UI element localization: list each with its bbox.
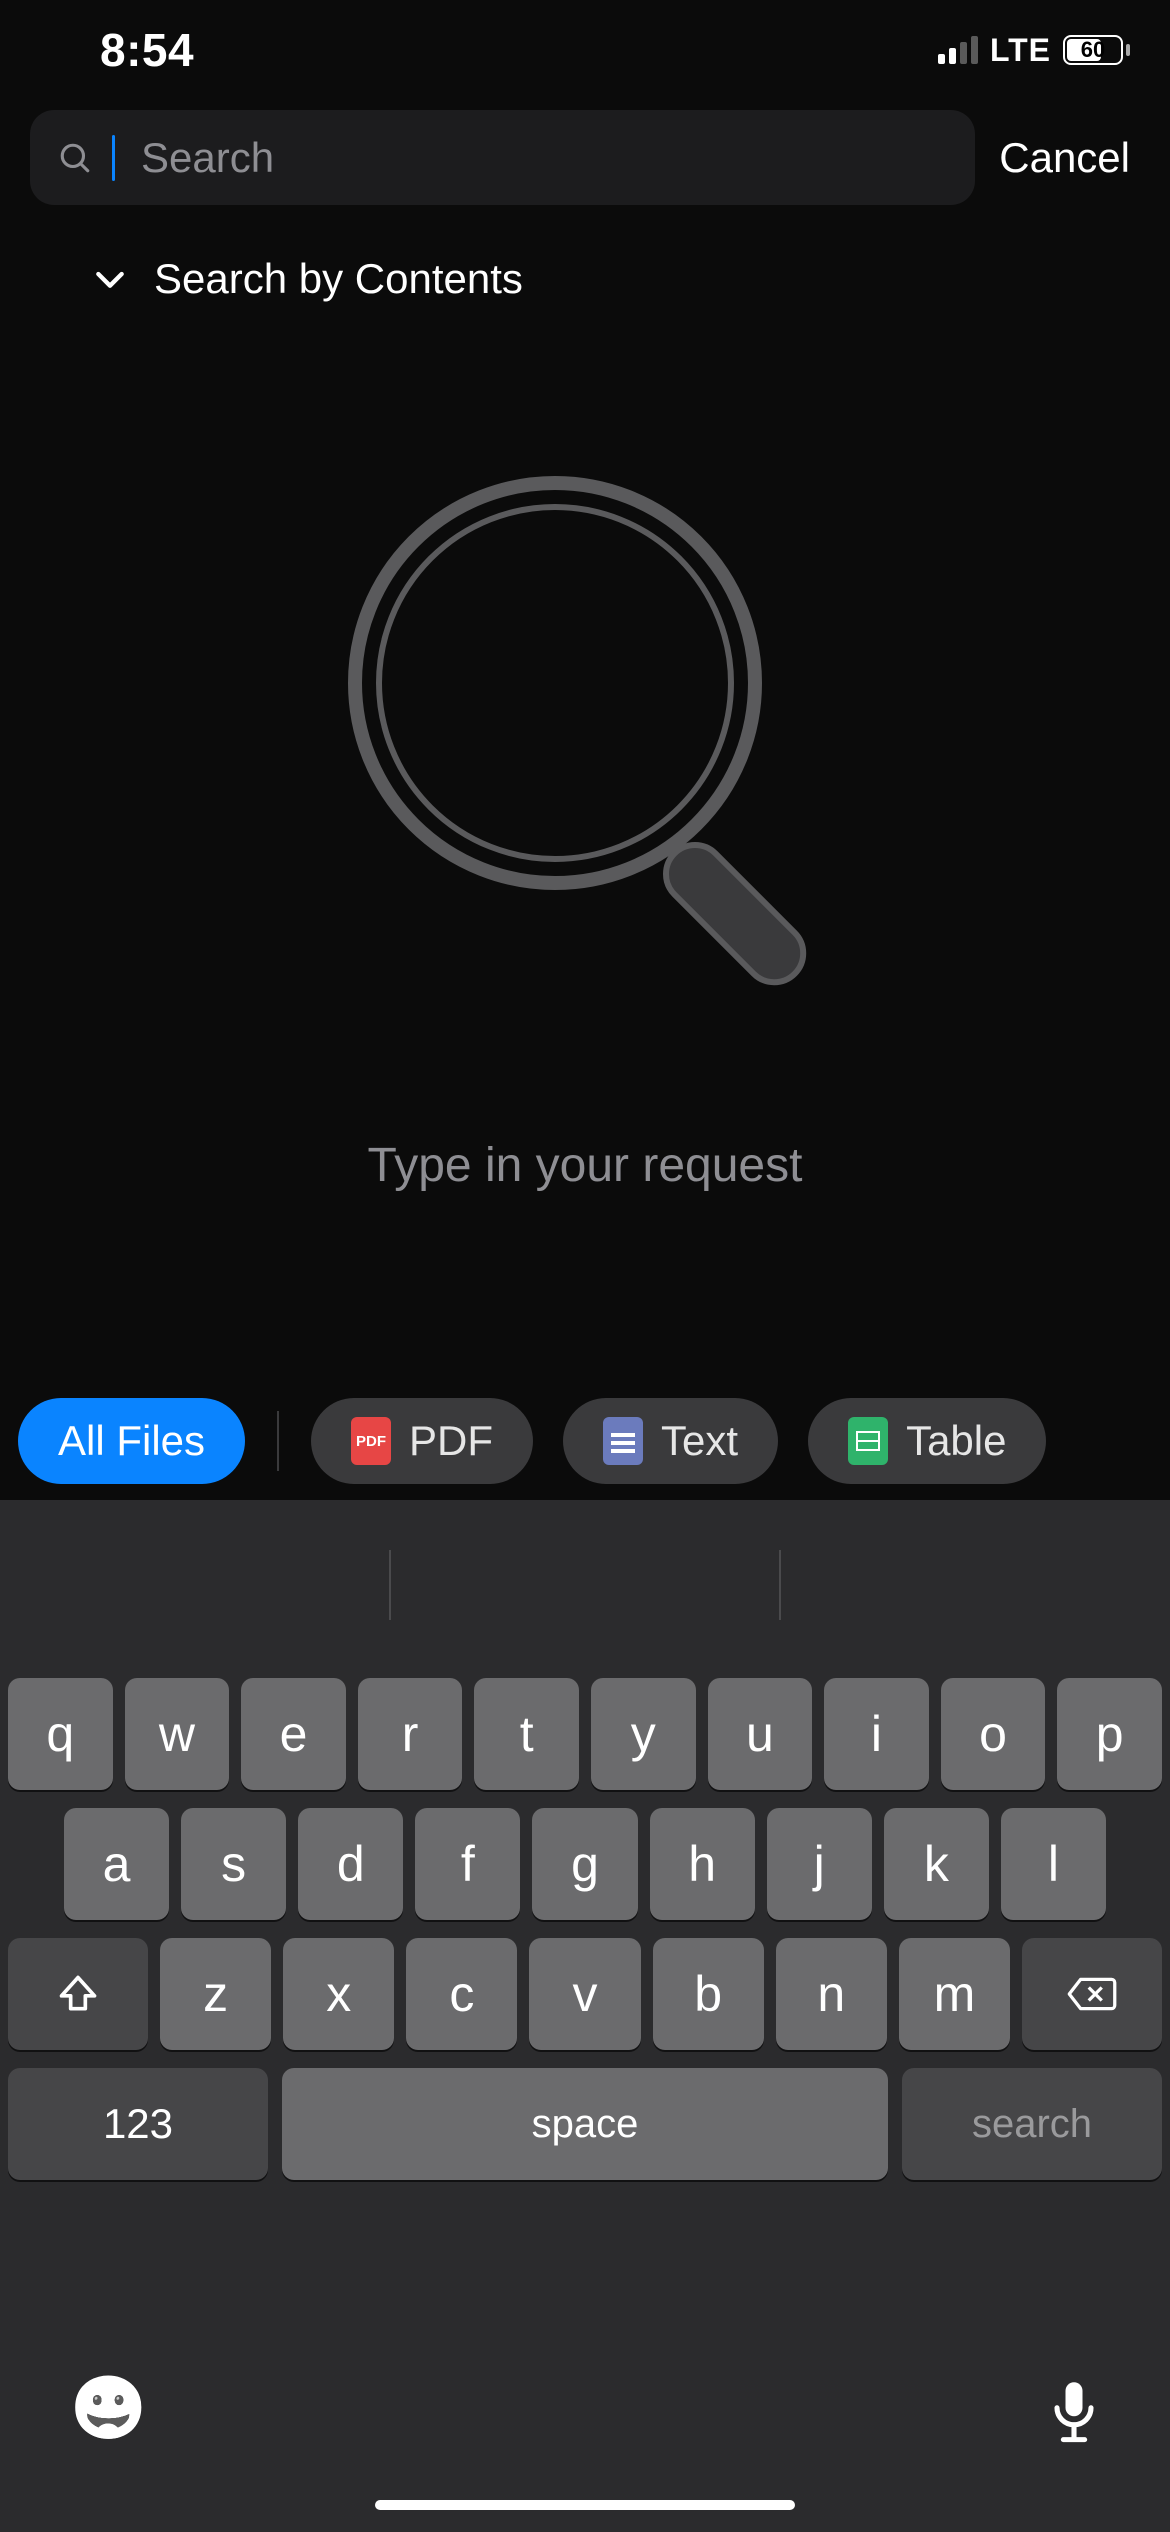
key-i[interactable]: i	[824, 1678, 929, 1790]
text-file-icon	[603, 1417, 643, 1465]
home-indicator[interactable]	[375, 2500, 795, 2510]
search-icon	[58, 141, 92, 175]
key-v[interactable]: v	[529, 1938, 640, 2050]
key-k[interactable]: k	[884, 1808, 989, 1920]
chip-label: All Files	[58, 1417, 205, 1465]
key-a[interactable]: a	[64, 1808, 169, 1920]
key-c[interactable]: c	[406, 1938, 517, 2050]
key-g[interactable]: g	[532, 1808, 637, 1920]
chip-label: Text	[661, 1417, 738, 1465]
table-file-icon	[848, 1417, 888, 1465]
emoji-key[interactable]: 😀	[70, 2378, 147, 2440]
chip-table[interactable]: Table	[808, 1398, 1046, 1484]
key-b[interactable]: b	[653, 1938, 764, 2050]
keyboard: qwertyuiop asdfghjkl zxcvbnm 123 space s…	[0, 1670, 1170, 2532]
key-x[interactable]: x	[283, 1938, 394, 2050]
text-cursor	[112, 135, 115, 181]
empty-state-message: Type in your request	[368, 1138, 803, 1193]
cancel-button[interactable]: Cancel	[999, 134, 1140, 182]
search-key[interactable]: search	[902, 2068, 1162, 2180]
status-bar: 8:54 LTE 60	[0, 0, 1170, 100]
status-right: LTE 60	[938, 32, 1130, 69]
battery-icon: 60	[1063, 35, 1130, 65]
key-t[interactable]: t	[474, 1678, 579, 1790]
filter-chips: All Files PDF PDF Text Table	[0, 1386, 1170, 1496]
keyboard-predictive-strip	[0, 1500, 1170, 1670]
search-input[interactable]	[141, 134, 947, 182]
key-o[interactable]: o	[941, 1678, 1046, 1790]
key-e[interactable]: e	[241, 1678, 346, 1790]
chevron-down-icon	[90, 259, 130, 299]
key-n[interactable]: n	[776, 1938, 887, 2050]
empty-state: Type in your request	[0, 453, 1170, 1193]
search-by-contents-label: Search by Contents	[154, 255, 523, 303]
shift-key[interactable]	[8, 1938, 148, 2050]
magnifier-illustration-icon	[305, 453, 865, 1018]
dictation-key[interactable]	[1048, 2378, 1100, 2446]
cellular-signal-icon	[938, 36, 978, 64]
key-j[interactable]: j	[767, 1808, 872, 1920]
key-z[interactable]: z	[160, 1938, 271, 2050]
key-h[interactable]: h	[650, 1808, 755, 1920]
battery-pct: 60	[1065, 37, 1121, 63]
key-m[interactable]: m	[899, 1938, 1010, 2050]
key-s[interactable]: s	[181, 1808, 286, 1920]
chip-divider	[277, 1411, 279, 1471]
search-header: Cancel	[0, 100, 1170, 225]
key-y[interactable]: y	[591, 1678, 696, 1790]
key-f[interactable]: f	[415, 1808, 520, 1920]
backspace-key[interactable]	[1022, 1938, 1162, 2050]
key-d[interactable]: d	[298, 1808, 403, 1920]
chip-label: PDF	[409, 1417, 493, 1465]
space-key[interactable]: space	[282, 2068, 888, 2180]
pdf-file-icon: PDF	[351, 1417, 391, 1465]
search-box[interactable]	[30, 110, 975, 205]
status-time: 8:54	[100, 23, 194, 77]
key-w[interactable]: w	[125, 1678, 230, 1790]
chip-all-files[interactable]: All Files	[18, 1398, 245, 1484]
chip-pdf[interactable]: PDF PDF	[311, 1398, 533, 1484]
key-q[interactable]: q	[8, 1678, 113, 1790]
key-l[interactable]: l	[1001, 1808, 1106, 1920]
network-label: LTE	[990, 32, 1051, 69]
key-u[interactable]: u	[708, 1678, 813, 1790]
chip-label: Table	[906, 1417, 1006, 1465]
key-r[interactable]: r	[358, 1678, 463, 1790]
chip-text[interactable]: Text	[563, 1398, 778, 1484]
numbers-key[interactable]: 123	[8, 2068, 268, 2180]
search-by-contents-row[interactable]: Search by Contents	[0, 225, 1170, 303]
key-p[interactable]: p	[1057, 1678, 1162, 1790]
